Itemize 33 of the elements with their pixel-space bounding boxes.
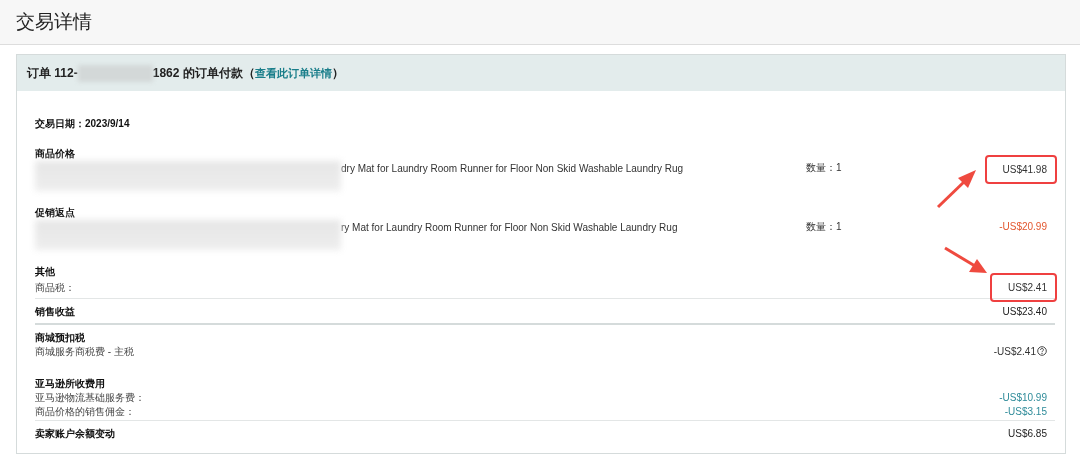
section-title: 销售收益 xyxy=(35,305,75,318)
section-title: 商城预扣税 xyxy=(35,331,86,344)
order-label: 1862 的订单付款 xyxy=(152,64,243,82)
order-details-link[interactable]: 查看此订单详情 xyxy=(254,65,332,81)
amount: US$2.41 xyxy=(1008,282,1047,293)
product-name: ry Mat for Laundry Room Runner for Floor Non Skid Washable Laundry Rug xyxy=(341,221,678,234)
arrow-annotation xyxy=(936,170,976,209)
amount: -US$10.99 xyxy=(999,392,1047,403)
bracket: ） xyxy=(331,64,344,82)
amount: US$41.98 xyxy=(1002,164,1047,175)
amount: -US$3.15 xyxy=(1004,406,1047,417)
product-name: dry Mat for Laundry Room Runner for Floor Non Skid Washable Laundry Rug xyxy=(341,162,683,175)
transaction-date: 交易日期：2023/9/14 xyxy=(35,118,130,129)
section-title: 其他 xyxy=(35,265,56,278)
bracket: （ xyxy=(242,64,255,82)
order-label: 订单 112- xyxy=(27,64,78,82)
quantity: 数量：1 xyxy=(806,161,842,174)
amount: -US$20.99 xyxy=(999,221,1047,232)
arrow-annotation xyxy=(944,246,987,273)
total-amount: US$6.85 xyxy=(1008,427,1048,440)
quantity: 数量：1 xyxy=(806,220,842,233)
line-label: 商城服务商税费 - 主税 xyxy=(35,345,134,358)
line-label: 商品价格的销售佣金： xyxy=(35,405,135,418)
section-title: 商品价格 xyxy=(35,147,76,160)
line-label: 亚马逊物流基础服务费： xyxy=(35,391,145,404)
section-title: 亚马逊所收费用 xyxy=(35,377,106,390)
section-title: 促销返点 xyxy=(35,206,76,219)
line-label: 商品税： xyxy=(35,281,75,294)
total-amount: US$23.40 xyxy=(1002,305,1048,318)
page-title: 交易详情 xyxy=(16,10,92,34)
amount: -US$2.41 xyxy=(993,346,1036,357)
section-title: 卖家账户余额变动 xyxy=(35,427,115,440)
help-icon[interactable] xyxy=(1037,346,1047,356)
